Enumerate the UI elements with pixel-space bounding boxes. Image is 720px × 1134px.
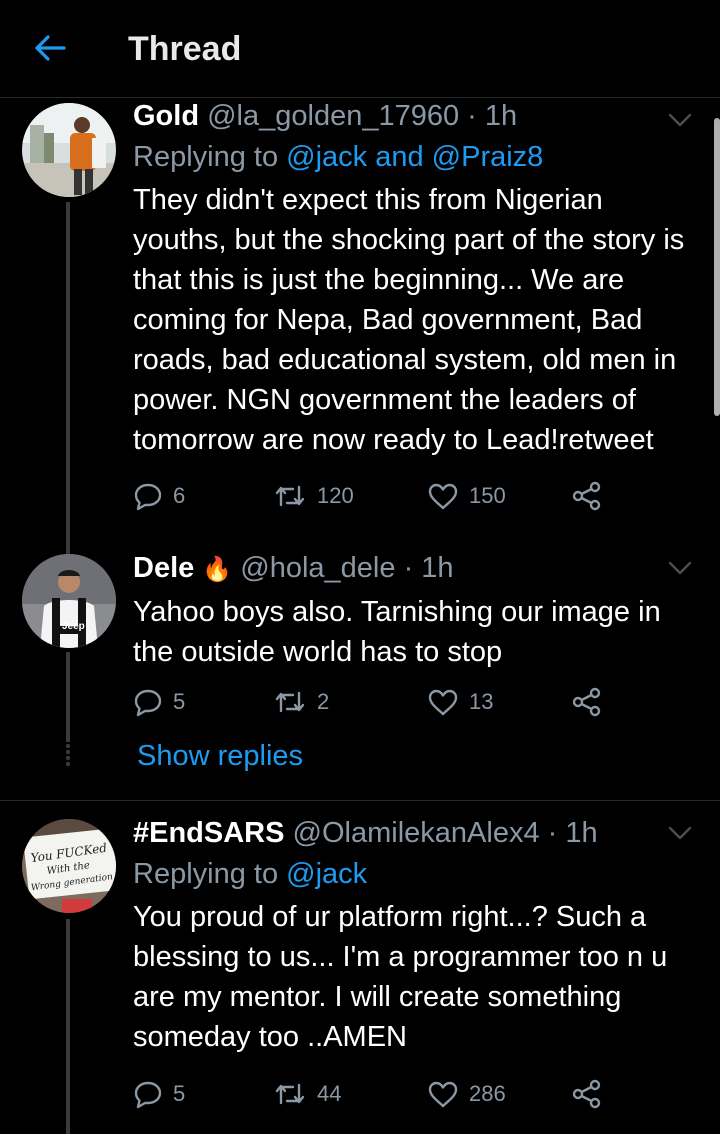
tweet-header: Dele 🔥 @hola_dele · 1h bbox=[133, 550, 692, 588]
timestamp: · 1h bbox=[547, 817, 598, 849]
replying-mentions[interactable]: @jack bbox=[286, 858, 367, 890]
more-options-button[interactable] bbox=[666, 823, 694, 843]
tweet-1[interactable]: Gold @la_golden_17960 · 1h Replying to @… bbox=[0, 98, 720, 542]
tweet-header: #EndSARS @OlamilekanAlex4 · 1h bbox=[133, 815, 692, 851]
avatar-gold[interactable] bbox=[22, 103, 116, 197]
tweet-text: You proud of ur platform right...? Such … bbox=[133, 901, 668, 1053]
like-button[interactable]: 13 bbox=[427, 684, 571, 720]
more-replies-dots-icon bbox=[65, 743, 71, 769]
retweet-button[interactable]: 44 bbox=[273, 1076, 427, 1112]
user-handle[interactable]: @OlamilekanAlex4 bbox=[293, 817, 540, 849]
display-name[interactable]: #EndSARS bbox=[133, 817, 284, 849]
page-title: Thread bbox=[128, 30, 242, 68]
tweet-content: Dele 🔥 @hola_dele · 1h Yahoo boys also. … bbox=[133, 550, 692, 672]
reply-count: 5 bbox=[173, 1081, 186, 1106]
tweet-actions: 6 120 150 bbox=[133, 478, 603, 514]
retweet-button[interactable]: 120 bbox=[273, 478, 427, 514]
share-button[interactable] bbox=[571, 1076, 603, 1112]
replying-to: Replying to @jack bbox=[133, 855, 692, 893]
timestamp: · 1h bbox=[403, 552, 454, 584]
reply-count: 6 bbox=[173, 483, 186, 508]
back-arrow-icon bbox=[34, 34, 66, 67]
chevron-down-icon bbox=[666, 826, 694, 847]
retweet-icon bbox=[273, 483, 307, 509]
tweet-text: Yahoo boys also. Tarnishing our image in… bbox=[133, 596, 661, 668]
show-replies-link[interactable]: Show replies bbox=[137, 740, 303, 773]
thread-connector bbox=[66, 919, 70, 1134]
reply-button[interactable]: 5 bbox=[133, 684, 273, 720]
tweet-2[interactable]: Jeep Dele 🔥 @hola_dele · 1h Yahoo boys a… bbox=[0, 540, 720, 790]
heart-icon bbox=[427, 1080, 459, 1108]
more-options-button[interactable] bbox=[666, 110, 694, 130]
thread-connector bbox=[66, 652, 70, 742]
replying-mentions[interactable]: @jack and @Praiz8 bbox=[286, 141, 543, 173]
thread-connector-top bbox=[66, 540, 70, 554]
reply-icon bbox=[133, 481, 163, 511]
like-count: 286 bbox=[469, 1081, 506, 1106]
tweet-content: Gold @la_golden_17960 · 1h Replying to @… bbox=[133, 98, 692, 460]
retweet-button[interactable]: 2 bbox=[273, 684, 427, 720]
share-button[interactable] bbox=[571, 478, 603, 514]
like-button[interactable]: 150 bbox=[427, 478, 571, 514]
like-button[interactable]: 286 bbox=[427, 1076, 571, 1112]
reply-icon bbox=[133, 687, 163, 717]
share-icon bbox=[571, 687, 603, 717]
share-icon bbox=[571, 481, 603, 511]
user-handle[interactable]: @la_golden_17960 bbox=[207, 100, 459, 132]
user-handle[interactable]: @hola_dele bbox=[240, 552, 395, 584]
replying-prefix: Replying to bbox=[133, 858, 279, 890]
thread-connector bbox=[66, 202, 70, 542]
share-icon bbox=[571, 1079, 603, 1109]
timestamp: · 1h bbox=[467, 100, 518, 132]
tweet-header: Gold @la_golden_17960 · 1h bbox=[133, 98, 692, 134]
avatar-dele[interactable]: Jeep bbox=[22, 554, 116, 648]
avatar-endsars[interactable]: You FUCKed With the Wrong generation bbox=[22, 819, 116, 913]
tweet-actions: 5 44 286 bbox=[133, 1076, 603, 1112]
retweet-count: 44 bbox=[317, 1081, 342, 1106]
display-name[interactable]: Dele bbox=[133, 552, 194, 584]
tweet-actions: 5 2 13 bbox=[133, 684, 603, 720]
thread-screen: Thread Gold @la_golden_17960 · 1h Replyi… bbox=[0, 0, 720, 1134]
tweet-text: They didn't expect this from Nigerian yo… bbox=[133, 184, 685, 456]
replying-to: Replying to @jack and @Praiz8 bbox=[133, 138, 692, 176]
tweet-content: #EndSARS @OlamilekanAlex4 · 1h Replying … bbox=[133, 815, 692, 1057]
fire-emoji-icon: 🔥 bbox=[202, 556, 233, 583]
share-button[interactable] bbox=[571, 684, 603, 720]
like-count: 13 bbox=[469, 689, 494, 714]
retweet-icon bbox=[273, 689, 307, 715]
more-options-button[interactable] bbox=[666, 558, 694, 578]
svg-text:Jeep: Jeep bbox=[62, 621, 85, 632]
retweet-count: 120 bbox=[317, 483, 354, 508]
heart-icon bbox=[427, 688, 459, 716]
chevron-down-icon bbox=[666, 113, 694, 134]
reply-button[interactable]: 5 bbox=[133, 1076, 273, 1112]
heart-icon bbox=[427, 482, 459, 510]
like-count: 150 bbox=[469, 483, 506, 508]
reply-icon bbox=[133, 1079, 163, 1109]
retweet-count: 2 bbox=[317, 689, 330, 714]
replying-prefix: Replying to bbox=[133, 141, 279, 173]
top-bar: Thread bbox=[0, 0, 720, 98]
back-button[interactable] bbox=[26, 28, 74, 72]
tweet-3[interactable]: You FUCKed With the Wrong generation #En… bbox=[0, 801, 720, 1134]
reply-count: 5 bbox=[173, 689, 186, 714]
retweet-icon bbox=[273, 1081, 307, 1107]
display-name[interactable]: Gold bbox=[133, 100, 199, 132]
chevron-down-icon bbox=[666, 561, 694, 582]
reply-button[interactable]: 6 bbox=[133, 478, 273, 514]
